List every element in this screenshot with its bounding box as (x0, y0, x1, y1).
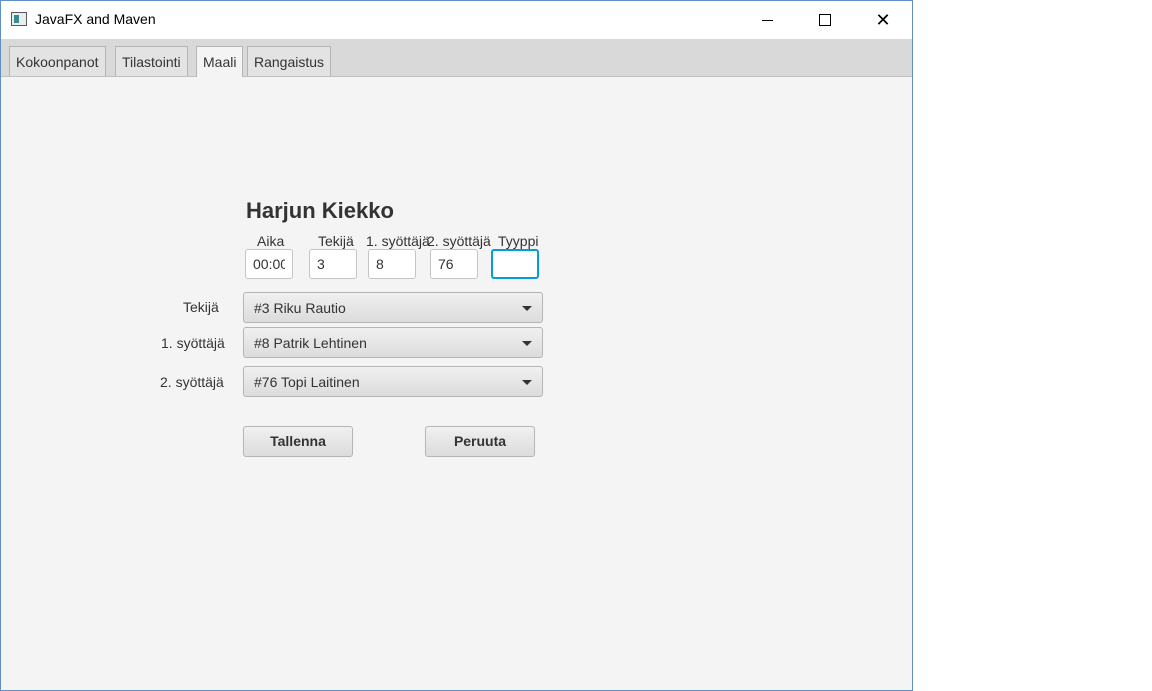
chevron-down-icon (522, 341, 532, 346)
syottaja2-row-label: 2. syöttäjä (160, 374, 224, 390)
chevron-down-icon (522, 306, 532, 311)
window-title: JavaFX and Maven (35, 11, 156, 27)
tab-bar: Kokoonpanot Tilastointi Maali Rangaistus (1, 39, 912, 77)
team-heading: Harjun Kiekko (246, 198, 394, 223)
syottaja1-combobox[interactable]: #8 Patrik Lehtinen (243, 327, 543, 358)
tekija-column-label: Tekijä (318, 233, 354, 249)
close-button[interactable]: ✕ (854, 1, 912, 39)
syottaja1-column-label: 1. syöttäjä (366, 233, 430, 249)
tekija-combobox[interactable]: #3 Riku Rautio (243, 292, 543, 323)
tyyppi-column-label: Tyyppi (498, 233, 539, 249)
syottaja2-combobox-value: #76 Topi Laitinen (254, 374, 360, 390)
tab-rangaistus[interactable]: Rangaistus (247, 46, 332, 76)
maximize-icon (819, 14, 831, 26)
chevron-down-icon (522, 380, 532, 385)
app-window: JavaFX and Maven ✕ Kokoonpanot Tilastoin… (0, 0, 913, 691)
tab-tilastointi[interactable]: Tilastointi (115, 46, 188, 76)
syottaja2-number-field[interactable] (430, 249, 478, 279)
tyyppi-field[interactable] (491, 249, 539, 279)
tekija-combobox-value: #3 Riku Rautio (254, 300, 346, 316)
tekija-row-label: Tekijä (183, 299, 219, 315)
syottaja2-column-label: 2. syöttäjä (427, 233, 491, 249)
close-icon: ✕ (875, 9, 891, 31)
maximize-button[interactable] (796, 1, 854, 39)
title-bar: JavaFX and Maven ✕ (1, 1, 912, 39)
minimize-button[interactable] (738, 1, 796, 39)
aika-label: Aika (257, 233, 285, 249)
syottaja1-number-field[interactable] (368, 249, 416, 279)
tab-kokoonpanot[interactable]: Kokoonpanot (9, 46, 106, 76)
syottaja1-row-label: 1. syöttäjä (161, 335, 225, 351)
save-button[interactable]: Tallenna (243, 426, 353, 457)
syottaja2-combobox[interactable]: #76 Topi Laitinen (243, 366, 543, 397)
tab-maali[interactable]: Maali (196, 46, 244, 77)
tekija-number-field[interactable] (309, 249, 357, 279)
syottaja1-combobox-value: #8 Patrik Lehtinen (254, 335, 367, 351)
app-icon (11, 12, 27, 26)
cancel-button[interactable]: Peruuta (425, 426, 535, 457)
aika-field[interactable] (245, 249, 293, 279)
minimize-icon (761, 19, 773, 21)
